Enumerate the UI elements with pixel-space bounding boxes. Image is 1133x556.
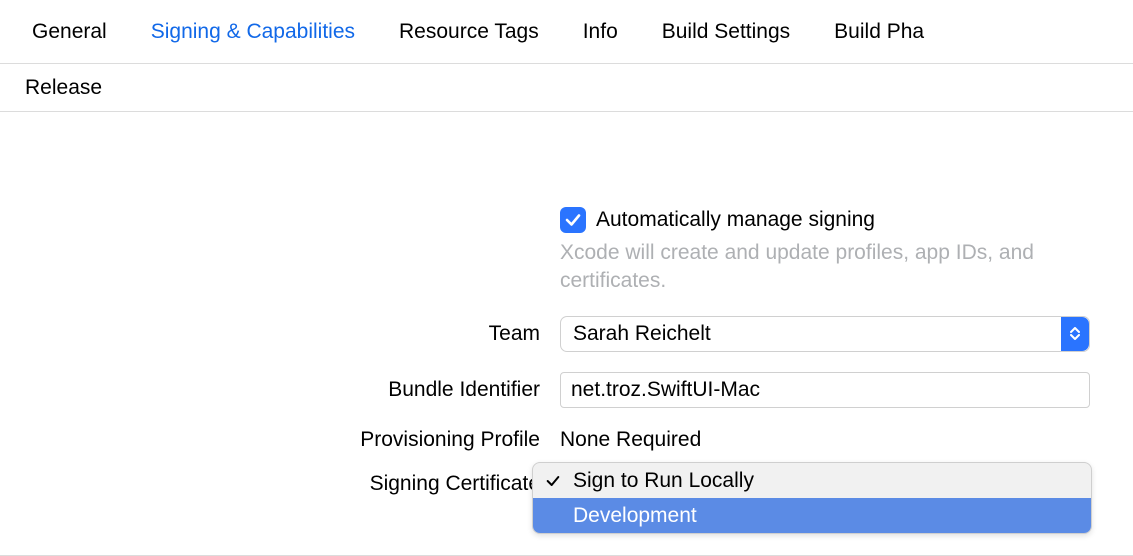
- signing-certificate-menu: Sign to Run Locally Development: [532, 462, 1092, 534]
- subtab-release[interactable]: Release: [25, 76, 102, 100]
- config-subtab-bar: Release: [0, 64, 1133, 112]
- bundle-identifier-field[interactable]: [560, 372, 1090, 408]
- provisioning-profile-value: None Required: [560, 428, 1120, 452]
- provisioning-profile-label: Provisioning Profile: [0, 428, 540, 452]
- auto-manage-signing-checkbox[interactable]: [560, 207, 586, 233]
- signing-certificate-label: Signing Certificate: [0, 472, 540, 496]
- menu-item-development[interactable]: Development: [533, 498, 1091, 533]
- tab-info[interactable]: Info: [561, 0, 640, 63]
- menu-item-label: Development: [573, 504, 697, 528]
- tab-build-settings[interactable]: Build Settings: [640, 0, 812, 63]
- checkmark-icon: [564, 211, 582, 229]
- team-popup[interactable]: Sarah Reichelt: [560, 316, 1090, 352]
- tab-general[interactable]: General: [10, 0, 129, 63]
- auto-manage-signing-help: Xcode will create and update profiles, a…: [560, 239, 1080, 296]
- menu-item-sign-to-run-locally[interactable]: Sign to Run Locally: [533, 463, 1091, 498]
- editor-tab-bar: General Signing & Capabilities Resource …: [0, 0, 1133, 64]
- team-popup-value: Sarah Reichelt: [573, 322, 711, 346]
- team-label: Team: [0, 322, 540, 346]
- updown-icon: [1061, 317, 1089, 351]
- auto-manage-signing-label: Automatically manage signing: [596, 208, 875, 232]
- tab-resource-tags[interactable]: Resource Tags: [377, 0, 561, 63]
- menu-item-label: Sign to Run Locally: [573, 469, 754, 493]
- checkmark-icon: [545, 473, 563, 489]
- tab-signing[interactable]: Signing & Capabilities: [129, 0, 377, 63]
- bundle-identifier-label: Bundle Identifier: [0, 378, 540, 402]
- tab-build-phases[interactable]: Build Pha: [812, 0, 924, 63]
